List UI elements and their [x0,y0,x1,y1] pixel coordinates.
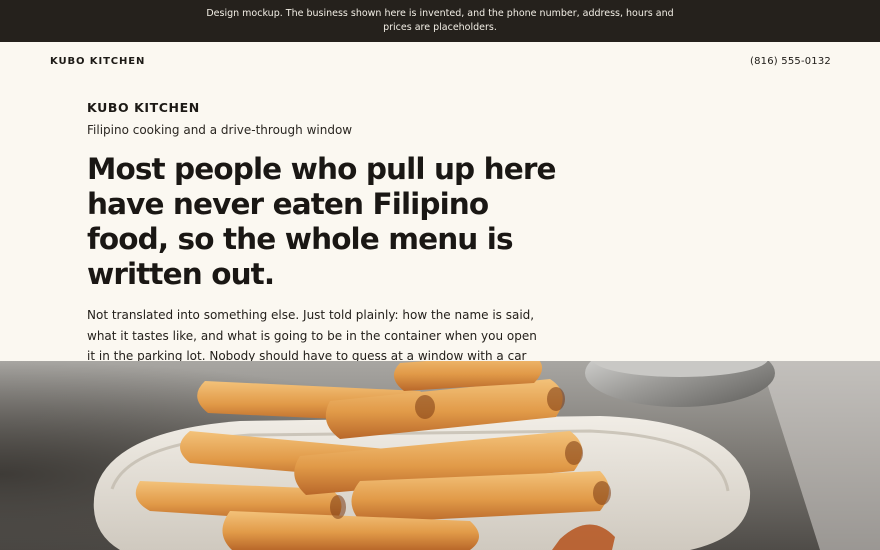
hero-tagline: Filipino cooking and a drive-through win… [87,123,353,137]
header-phone-link[interactable]: (816) 555-0132 [750,56,831,67]
hero-brand-name: KUBO KITCHEN [87,100,200,115]
demo-notice-text: Design mockup. The business shown here i… [206,8,674,33]
hero-section: KUBO KITCHEN Filipino cooking and a driv… [87,99,567,387]
hero-headline: Most people who pull up here have never … [87,152,557,291]
hero-food-photo [0,361,880,550]
demo-notice-banner: Design mockup. The business shown here i… [0,0,880,42]
site-header: KUBO KITCHEN (816) 555-0132 [0,42,880,80]
fried-spring-rolls-photo-illustration [0,361,880,550]
header-brand-link[interactable]: KUBO KITCHEN [50,56,145,67]
